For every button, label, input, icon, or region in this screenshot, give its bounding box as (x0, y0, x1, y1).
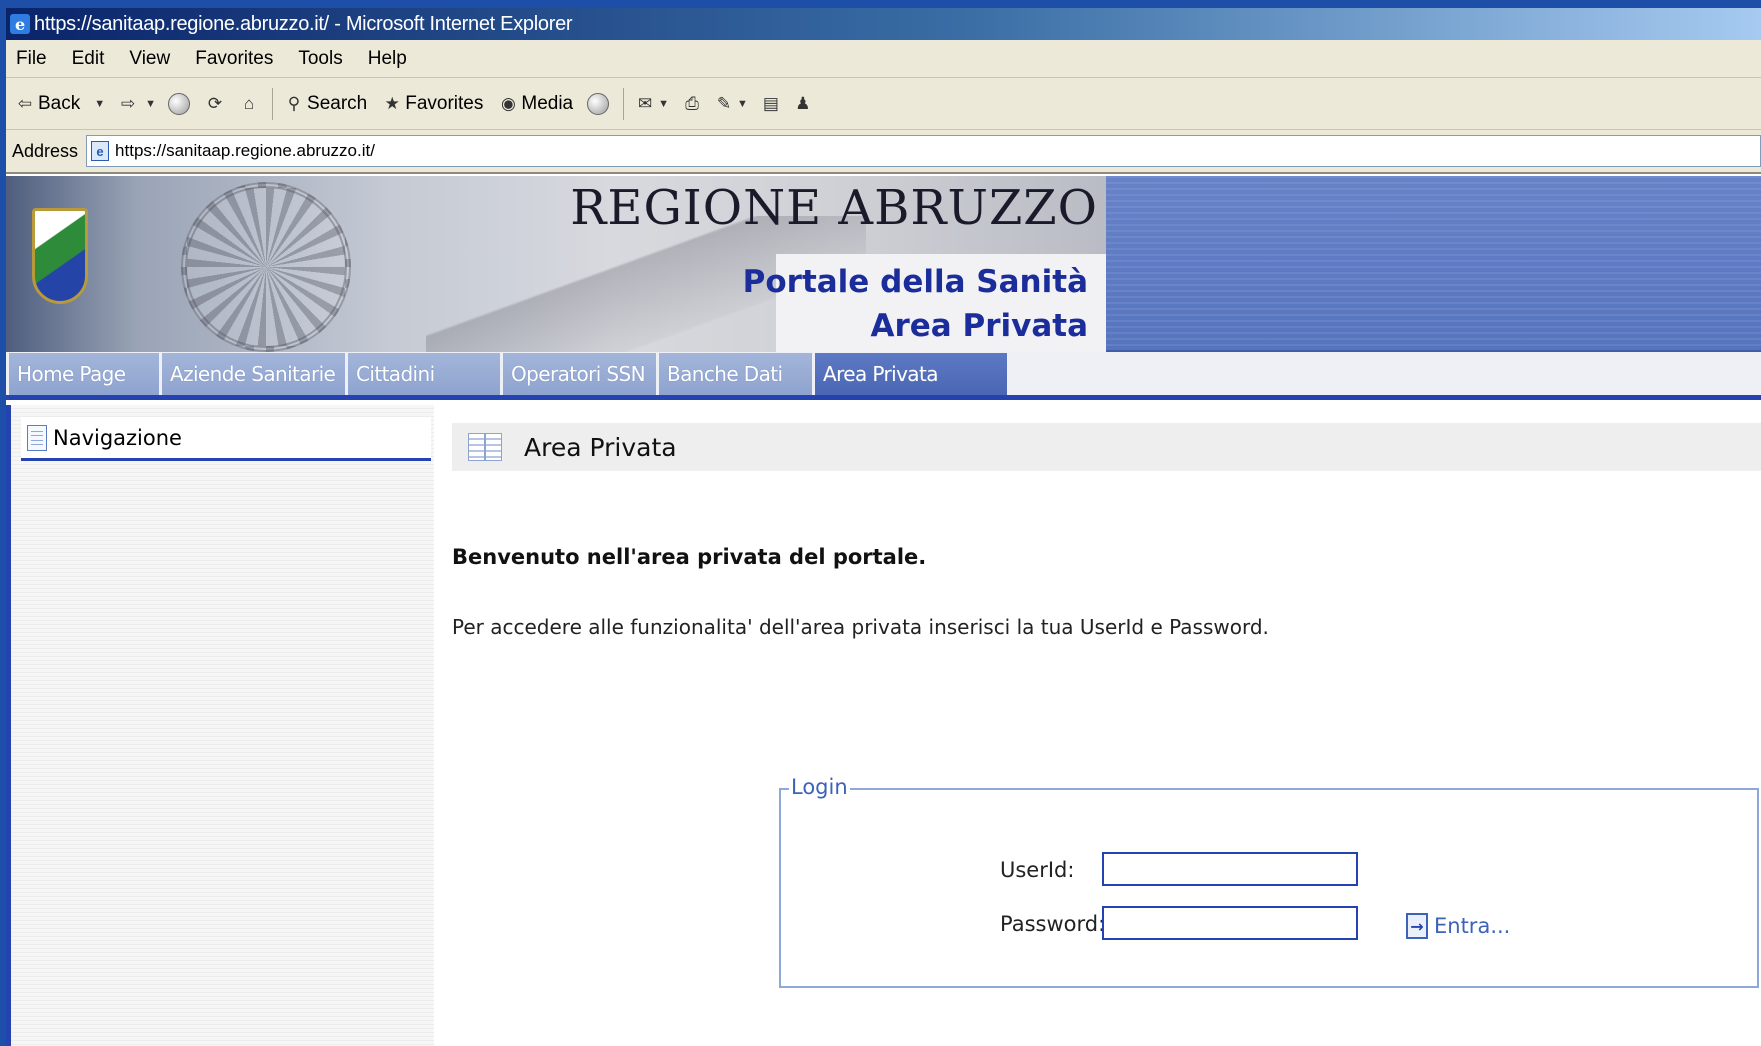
mail-dropdown-icon[interactable]: ▼ (658, 98, 669, 110)
search-button[interactable]: ⚲ Search (283, 93, 367, 115)
media-label: Media (521, 92, 574, 114)
media-icon: ◉ (500, 93, 516, 113)
history-icon[interactable] (587, 92, 610, 115)
section-title: Area Privata (524, 432, 677, 462)
discuss-icon[interactable]: ▤ (760, 93, 782, 115)
window-title: https://sanitaap.regione.abruzzo.it/ - M… (34, 12, 573, 35)
print-icon[interactable]: ⎙ (681, 93, 703, 115)
favorites-button[interactable]: ★ Favorites (381, 92, 484, 115)
section-header: Area Privata (452, 423, 1761, 471)
search-label: Search (307, 92, 368, 114)
password-label: Password: (1000, 912, 1106, 936)
userid-input[interactable] (1102, 852, 1358, 886)
tab-banche-dati[interactable]: Banche Dati (659, 353, 812, 395)
favorites-icon: ★ (384, 93, 400, 113)
back-button[interactable]: ⇦ Back (14, 93, 80, 115)
site-banner: REGIONE ABRUZZO Portale della Sanità Are… (6, 176, 1761, 352)
media-button[interactable]: ◉ Media (497, 93, 573, 115)
address-bar: Address e https://sanitaap.regione.abruz… (6, 130, 1761, 174)
menu-file[interactable]: File (16, 48, 47, 70)
menu-help[interactable]: Help (368, 48, 407, 70)
main-content: Area Privata Benvenuto nell'area privata… (438, 405, 1761, 1046)
back-dropdown-icon[interactable]: ▼ (94, 98, 105, 110)
sidebar: Navigazione (6, 405, 434, 1046)
login-submit-label: Entra... (1434, 914, 1511, 938)
back-label: Back (38, 92, 81, 114)
sidebar-title: Navigazione (53, 425, 182, 450)
regional-crest-logo (32, 208, 88, 304)
userid-label: UserId: (1000, 858, 1075, 882)
menu-favorites[interactable]: Favorites (195, 48, 273, 70)
password-input[interactable] (1102, 906, 1358, 940)
menu-view[interactable]: View (129, 48, 170, 70)
site-subtitle: Portale della Sanità Area Privata (743, 260, 1088, 348)
toolbar-separator (272, 87, 274, 120)
document-icon (27, 424, 47, 451)
rose-window-image (181, 182, 351, 352)
internet-explorer-icon: e (10, 14, 30, 34)
home-icon[interactable]: ⌂ (238, 93, 260, 115)
address-input[interactable]: e https://sanitaap.regione.abruzzo.it/ (86, 135, 1761, 167)
tab-cittadini[interactable]: Cittadini (348, 353, 500, 395)
page-icon: e (91, 141, 110, 161)
title-bar: e https://sanitaap.regione.abruzzo.it/ -… (6, 8, 1761, 40)
edit-icon[interactable]: ✎ (713, 93, 735, 115)
banner-stripes (1106, 176, 1761, 350)
stop-icon[interactable] (168, 92, 191, 115)
address-label: Address (12, 140, 79, 161)
instruction-text: Per accedere alle funzionalita' dell'are… (452, 615, 1269, 639)
menu-tools[interactable]: Tools (298, 48, 342, 70)
welcome-text: Benvenuto nell'area privata del portale. (452, 545, 927, 569)
search-icon: ⚲ (287, 93, 301, 113)
address-url: https://sanitaap.regione.abruzzo.it/ (115, 141, 375, 160)
list-icon (468, 433, 502, 461)
login-submit-link[interactable]: → Entra... (1406, 913, 1510, 939)
edit-dropdown-icon[interactable]: ▼ (737, 98, 748, 110)
messenger-icon[interactable]: ♟ (792, 93, 814, 115)
menu-edit[interactable]: Edit (72, 48, 105, 70)
login-legend: Login (789, 775, 850, 799)
tab-aziende-sanitarie[interactable]: Aziende Sanitarie (162, 353, 345, 395)
tab-operatori-ssn[interactable]: Operatori SSN (503, 353, 656, 395)
sidebar-header: Navigazione (21, 417, 431, 461)
forward-dropdown-icon[interactable]: ▼ (145, 98, 156, 110)
tab-home-page[interactable]: Home Page (9, 353, 159, 395)
site-subtitle-line-2: Area Privata (870, 308, 1088, 344)
tab-area-privata[interactable]: Area Privata (815, 353, 1007, 395)
site-subtitle-line-1: Portale della Sanità (742, 264, 1088, 300)
login-fieldset: Login UserId: Password: → Entra... (779, 775, 1759, 988)
toolbar: ⇦ Back ▼ ⇨ ▼ ⟳ ⌂ ⚲ Search ★ Favorites ◉ … (6, 78, 1761, 130)
back-arrow-icon: ⇦ (17, 93, 33, 113)
browser-window: e https://sanitaap.regione.abruzzo.it/ -… (6, 8, 1761, 1046)
forward-arrow-icon[interactable]: ⇨ (117, 93, 139, 115)
toolbar-separator (623, 87, 625, 120)
main-navigation: Home Page Aziende Sanitarie Cittadini Op… (6, 352, 1761, 400)
arrow-right-icon: → (1406, 913, 1428, 939)
banner-image: REGIONE ABRUZZO Portale della Sanità Are… (6, 176, 1106, 352)
menu-bar: File Edit View Favorites Tools Help (6, 40, 1761, 78)
site-title: REGIONE ABRUZZO (570, 180, 1098, 236)
mail-icon[interactable]: ✉ (634, 93, 656, 115)
favorites-label: Favorites (405, 92, 484, 114)
refresh-icon[interactable]: ⟳ (204, 93, 226, 115)
